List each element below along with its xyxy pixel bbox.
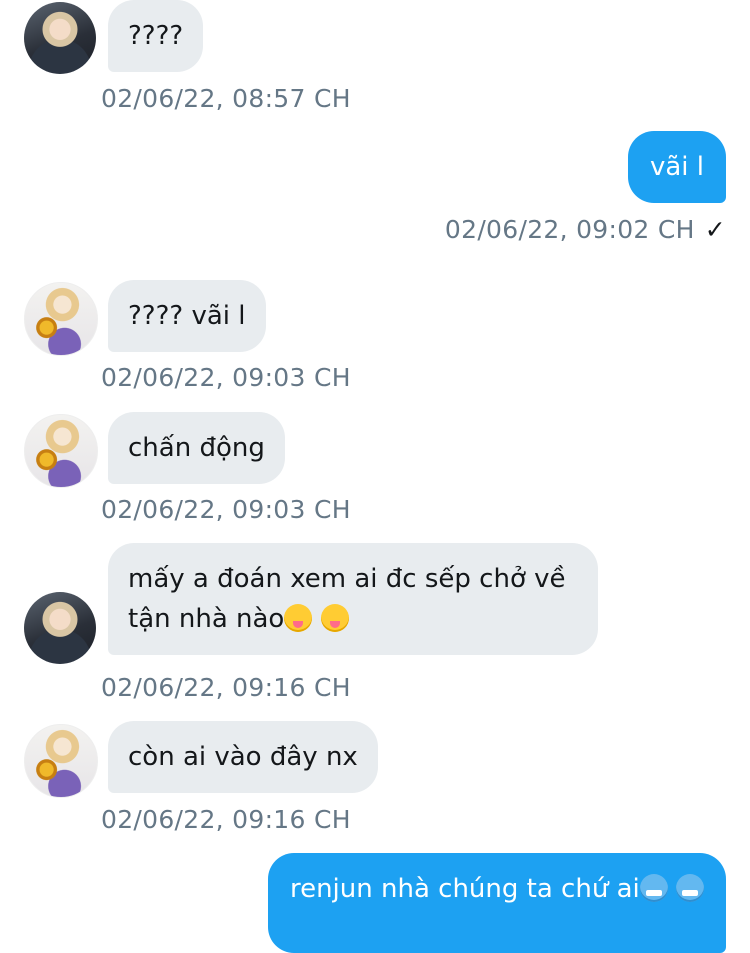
message-text-line: mấy a đoán xem ai đc sếp chở về bbox=[128, 564, 566, 594]
message-timestamp: 02/06/22, 08:57 CH bbox=[101, 84, 351, 113]
user-avatar-icon[interactable] bbox=[24, 414, 98, 488]
zany-face-emoji bbox=[320, 604, 349, 632]
message-text: còn ai vào đây nx bbox=[128, 742, 358, 772]
message-bubble[interactable]: renjun nhà chúng ta chứ ai bbox=[267, 853, 726, 953]
message-timestamp: 02/06/22, 09:03 CH bbox=[101, 363, 351, 392]
message-timestamp: 02/06/22, 09:16 CH bbox=[101, 673, 351, 702]
zany-face-emoji bbox=[284, 604, 313, 632]
message-bubble[interactable]: mấy a đoán xem ai đc sếp chở về tận nhà … bbox=[108, 543, 598, 655]
message-timestamp: 02/06/22, 09:16 CH bbox=[101, 805, 351, 834]
message-bubble[interactable]: vãi l bbox=[627, 131, 726, 203]
message-text-line-2: tận nhà nào bbox=[128, 599, 578, 639]
message-timestamp: 02/06/22, 09:02 CH bbox=[444, 215, 695, 244]
message-text: tận nhà nào bbox=[128, 604, 285, 634]
message-timestamp-row: 02/06/22, 09:02 CH ✓ bbox=[445, 215, 726, 244]
cold-face-emoji bbox=[639, 874, 668, 902]
message-text: ???? vãi l bbox=[128, 301, 246, 331]
message-text: vãi l bbox=[649, 152, 704, 182]
user-avatar-icon[interactable] bbox=[24, 592, 96, 664]
message-bubble[interactable]: ???? bbox=[108, 0, 204, 72]
cold-face-emoji bbox=[676, 874, 704, 902]
user-avatar-icon[interactable] bbox=[24, 282, 98, 356]
message-timestamp: 02/06/22, 09:03 CH bbox=[101, 495, 351, 524]
message-bubble[interactable]: ???? vãi l bbox=[108, 280, 266, 352]
message-text: ???? bbox=[128, 21, 184, 51]
user-avatar-icon[interactable] bbox=[24, 724, 98, 798]
message-text: chấn động bbox=[128, 433, 265, 463]
message-bubble[interactable]: chấn động bbox=[108, 412, 285, 484]
message-text: renjun nhà chúng ta chứ ai bbox=[289, 874, 640, 904]
message-bubble[interactable]: còn ai vào đây nx bbox=[108, 721, 378, 793]
sent-check-icon: ✓ bbox=[704, 215, 726, 244]
user-avatar-icon[interactable] bbox=[24, 2, 96, 74]
